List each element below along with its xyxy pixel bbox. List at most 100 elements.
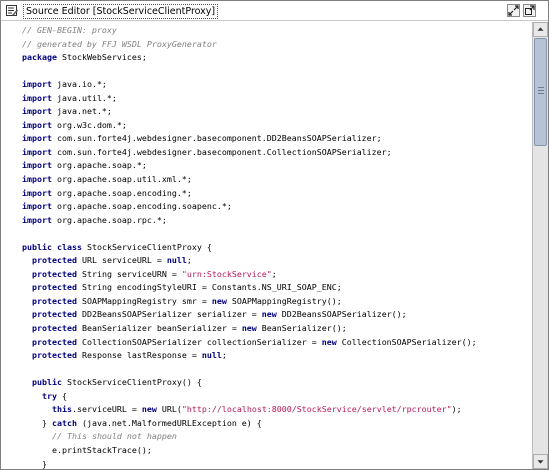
thumb-grip (538, 90, 544, 91)
code-token: com.sun.forte4j.webdesigner.basecomponen… (51, 133, 382, 144)
code-line: import com.sun.forte4j.webdesigner.basec… (22, 132, 477, 146)
code-token: public (32, 377, 62, 388)
code-token: class (56, 241, 82, 252)
title-bar[interactable]: Source Editor [StockServiceClientProxy] (1, 1, 548, 21)
code-token: protected (32, 350, 77, 361)
code-token: null (201, 350, 222, 361)
code-line: import java.io.*; (22, 78, 477, 92)
scroll-up-arrow-icon[interactable] (533, 22, 548, 37)
code-token: import (22, 187, 52, 198)
code-token: null (166, 255, 187, 266)
code-editor[interactable]: // GEN-BEGIN: proxy // generated by FFJ W… (2, 22, 532, 469)
restore-window-icon[interactable] (507, 4, 520, 17)
code-line: // This should not happen (22, 430, 477, 444)
code-text[interactable]: // GEN-BEGIN: proxy // generated by FFJ W… (22, 24, 477, 469)
code-token: import (22, 79, 52, 90)
code-token: StockWebServices; (56, 52, 147, 63)
code-token: org.apache.soap.encoding.soapenc.*; (51, 201, 232, 212)
vertical-scrollbar[interactable] (532, 22, 548, 469)
code-token: import (22, 214, 52, 225)
code-token: java.util.*; (51, 92, 117, 103)
code-line: import org.w3c.dom.*; (22, 119, 477, 133)
code-token: org.apache.soap.encoding.*; (51, 187, 192, 198)
code-line: import java.net.*; (22, 105, 477, 119)
code-token: "http://localhost:8000/StockService/serv… (181, 404, 452, 415)
code-token: this (51, 404, 72, 415)
code-token: e.printStackTrace(); (22, 444, 152, 455)
thumb-grip (538, 93, 544, 94)
code-line: this.serviceURL = new URL("http://localh… (22, 403, 477, 417)
code-token: // This should not happen (51, 431, 177, 442)
code-token: ; (186, 255, 192, 266)
code-token: protected (32, 309, 77, 320)
editor-document-icon (6, 5, 18, 16)
code-token: ; (221, 350, 227, 361)
code-token: { (56, 390, 67, 401)
code-token: String serviceURN = (76, 268, 182, 279)
maximize-window-icon[interactable] (523, 4, 536, 17)
code-line: // generated by FFJ WSDL ProxyGenerator (22, 38, 477, 52)
code-token: new (241, 323, 257, 334)
code-line: // GEN-BEGIN: proxy (22, 24, 477, 38)
code-token: String encodingStyleURI = Constants.NS_U… (76, 282, 342, 293)
code-token: catch (51, 417, 77, 428)
code-line: import java.util.*; (22, 92, 477, 106)
code-line: protected String encodingStyleURI = Cons… (22, 281, 477, 295)
code-token: // GEN-BEGIN: proxy (22, 25, 117, 35)
source-editor-window: Source Editor [StockServiceClientProxy] … (0, 0, 549, 470)
code-token: (java.net.MalformedURLException e) { (76, 417, 262, 428)
code-token: } (22, 417, 52, 428)
code-token: CollectionSOAPSerializer collectionSeria… (76, 336, 322, 347)
code-token: com.sun.forte4j.webdesigner.basecomponen… (51, 146, 392, 157)
code-token: new (211, 295, 227, 306)
code-line: try { (22, 390, 477, 404)
code-token: java.io.*; (51, 79, 107, 90)
code-token: protected (32, 282, 77, 293)
code-token: ); (451, 404, 462, 415)
code-token: import (22, 133, 52, 144)
code-token: try (41, 390, 57, 401)
code-token: import (22, 146, 52, 157)
code-token: public (22, 241, 52, 252)
code-token: DD2BeansSOAPSerializer serializer = (76, 309, 262, 320)
code-line: import org.apache.soap.encoding.*; (22, 187, 477, 201)
code-token: protected (32, 255, 77, 266)
code-token: CollectionSOAPSerializer(); (336, 336, 477, 347)
code-line: package StockWebServices; (22, 51, 477, 65)
scroll-down-arrow-icon[interactable] (533, 454, 548, 469)
code-token: import (22, 160, 52, 171)
code-token: org.apache.soap.rpc.*; (51, 214, 167, 225)
code-token: SOAPMappingRegistry smr = (76, 295, 212, 306)
code-token: URL serviceURL = (76, 255, 167, 266)
code-token: import (22, 92, 52, 103)
code-line: import org.apache.soap.util.xml.*; (22, 173, 477, 187)
code-token: import (22, 174, 52, 185)
code-line: protected SOAPMappingRegistry smr = new … (22, 295, 477, 309)
code-token: protected (32, 268, 77, 279)
code-token: "urn:StockService" (181, 268, 272, 279)
code-token: BeanSerializer beanSerializer = (76, 323, 242, 334)
code-line: } catch (java.net.MalformedURLException … (22, 417, 477, 431)
code-token: org.apache.soap.util.xml.*; (51, 174, 192, 185)
code-token: protected (32, 336, 77, 347)
code-line: public StockServiceClientProxy() { (22, 376, 477, 390)
window-title: Source Editor [StockServiceClientProxy] (23, 4, 219, 19)
thumb-grip (538, 87, 544, 88)
code-token: URL( (156, 404, 182, 415)
code-token: protected (32, 323, 77, 334)
scroll-thumb[interactable] (534, 38, 547, 146)
code-line: import org.apache.soap.*; (22, 159, 477, 173)
